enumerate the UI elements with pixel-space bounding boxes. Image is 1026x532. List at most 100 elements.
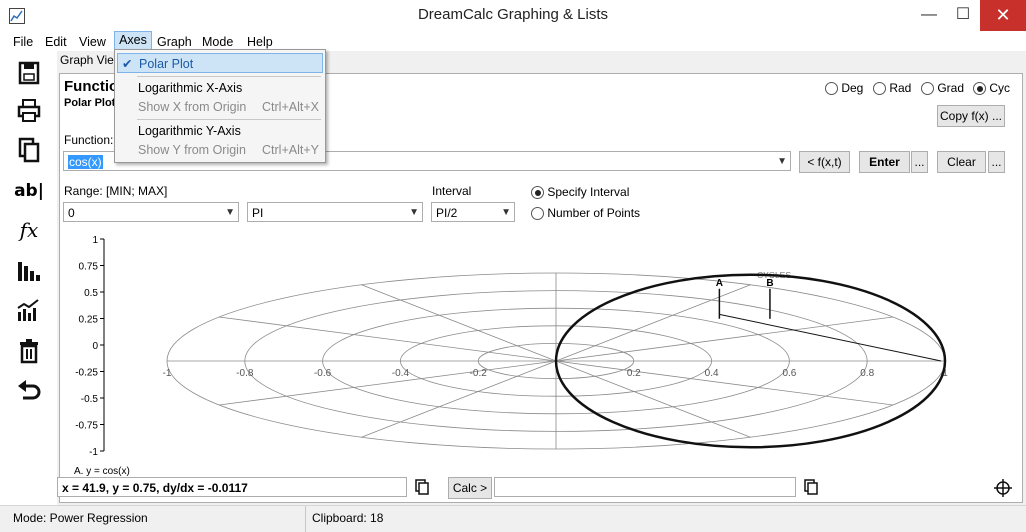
x-tick-label: 0.4 xyxy=(705,368,719,379)
angle-mode-rad-label: Rad xyxy=(889,81,912,95)
interval-select[interactable]: PI/2 ▼ xyxy=(431,202,515,222)
copy-icon[interactable] xyxy=(14,135,44,165)
range-max-value: PI xyxy=(252,206,264,220)
function-icon[interactable]: fx xyxy=(14,218,44,248)
status-bar: Mode: Power Regression Clipboard: 18 xyxy=(0,505,1026,532)
radio-specify-interval[interactable]: Specify Interval xyxy=(531,185,630,200)
maximize-button[interactable]: ☐ xyxy=(946,0,980,31)
menu-item-polar-plot-label: Polar Plot xyxy=(139,57,194,71)
angle-mode-grad-label: Grad xyxy=(937,81,965,95)
chevron-down-icon: ▼ xyxy=(225,207,235,218)
angle-mode-deg-label: Deg xyxy=(841,81,864,95)
angle-mode-cyc[interactable]: Cyc xyxy=(973,81,1011,96)
x-tick-label: -1 xyxy=(163,368,172,379)
minimize-button[interactable]: — xyxy=(912,0,946,31)
menu-item-polar-plot[interactable]: ✔ Polar Plot xyxy=(117,53,323,73)
save-icon[interactable] xyxy=(14,58,44,88)
marker-label: A xyxy=(716,278,723,289)
angle-mode-grad[interactable]: Grad xyxy=(921,81,965,96)
angle-mode-rad[interactable]: Rad xyxy=(873,81,912,96)
legend-entry: A. y = cos(x) xyxy=(74,466,130,477)
menu-file[interactable]: File xyxy=(11,34,35,51)
text-edit-icon[interactable]: ab| xyxy=(14,181,44,211)
title-bar: DreamCalc Graphing & Lists — ☐ ✕ xyxy=(0,0,1026,32)
menu-axes[interactable]: Axes xyxy=(114,31,152,51)
crosshair-icon[interactable] xyxy=(994,479,1012,497)
y-tick-label: 1 xyxy=(92,235,98,246)
clear-button[interactable]: Clear xyxy=(937,151,986,173)
close-button[interactable]: ✕ xyxy=(980,0,1026,31)
range-label: Range: [MIN; MAX] xyxy=(64,184,168,198)
menu-item-show-x-shortcut: Ctrl+Alt+X xyxy=(262,100,319,114)
copy-readout-icon[interactable] xyxy=(414,479,430,495)
polar-chart[interactable]: 1 0.75 0.5 0.25 0 -0.25 -0.5 -0.75 -1 -1 -0.8 -0.6 -… xyxy=(60,229,1020,499)
angle-mode-cyc-label: Cyc xyxy=(989,81,1011,95)
menu-item-log-y[interactable]: Logarithmic Y-Axis xyxy=(117,121,323,141)
range-min-select[interactable]: 0 ▼ xyxy=(63,202,239,222)
enter-button[interactable]: Enter xyxy=(859,151,910,173)
menu-separator xyxy=(137,119,321,120)
x-tick-label: 0.2 xyxy=(627,368,641,379)
x-tick-label: -0.6 xyxy=(314,368,332,379)
undo-icon[interactable] xyxy=(14,376,44,406)
panel-subheading: Polar Plot xyxy=(64,97,116,109)
x-tick-label: -0.8 xyxy=(236,368,254,379)
menu-item-show-x-label: Show X from Origin xyxy=(138,100,247,114)
interval-label: Interval xyxy=(432,184,472,198)
print-icon[interactable] xyxy=(14,96,44,126)
x-tick-label: 0.6 xyxy=(782,368,796,379)
menu-bar: File Edit View Graph Mode Help xyxy=(0,31,1026,51)
status-divider xyxy=(305,506,306,532)
y-tick-label: 0.25 xyxy=(79,315,99,326)
chevron-down-icon: ▼ xyxy=(501,207,511,218)
function-label: Function: xyxy=(64,133,114,147)
status-clipboard: Clipboard: 18 xyxy=(312,511,384,525)
x-tick-label: 0.8 xyxy=(860,368,874,379)
axes-dropdown-menu: ✔ Polar Plot Logarithmic X-Axis Show X f… xyxy=(114,49,326,163)
left-toolbar: ab| fx xyxy=(0,51,58,505)
chevron-down-icon[interactable]: ▼ xyxy=(777,152,787,172)
series-chord xyxy=(719,313,942,362)
trash-icon[interactable] xyxy=(14,336,44,366)
radio-specify-label: Specify Interval xyxy=(547,185,630,199)
bar-chart-icon[interactable] xyxy=(14,256,44,286)
y-tick-label: -0.5 xyxy=(81,394,99,405)
y-tick-label: 0.5 xyxy=(84,288,98,299)
y-tick-label: 0 xyxy=(92,341,98,352)
radio-points-label: Number of Points xyxy=(547,206,641,220)
menu-separator xyxy=(137,76,321,77)
radio-number-of-points[interactable]: Number of Points xyxy=(531,206,641,221)
menu-item-show-y-shortcut: Ctrl+Alt+Y xyxy=(262,143,319,157)
range-min-value: 0 xyxy=(68,206,75,220)
copy-fx-button[interactable]: Copy f(x) ... xyxy=(937,105,1005,127)
status-mode: Mode: Power Regression xyxy=(13,511,148,525)
trend-chart-icon[interactable] xyxy=(14,296,44,326)
range-max-select[interactable]: PI ▼ xyxy=(247,202,423,222)
copy-calc-icon[interactable] xyxy=(803,479,819,495)
y-tick-label: -1 xyxy=(89,447,98,458)
coordinate-readout: x = 41.9, y = 0.75, dy/dx = -0.0117 xyxy=(57,477,407,497)
calc-button[interactable]: Calc > xyxy=(448,477,492,499)
menu-item-log-x-label: Logarithmic X-Axis xyxy=(138,81,243,95)
y-tick-label: -0.25 xyxy=(75,368,98,379)
angle-mode-deg[interactable]: Deg xyxy=(825,81,864,96)
interval-value: PI/2 xyxy=(436,206,458,220)
menu-item-show-y-label: Show Y from Origin xyxy=(138,143,246,157)
enter-more-button[interactable]: ... xyxy=(911,151,928,173)
function-value: cos(x) xyxy=(68,155,103,169)
menu-item-log-x[interactable]: Logarithmic X-Axis xyxy=(117,78,323,98)
menu-view[interactable]: View xyxy=(77,34,108,51)
menu-edit[interactable]: Edit xyxy=(43,34,69,51)
window-title: DreamCalc Graphing & Lists xyxy=(417,6,609,23)
y-tick-label: 0.75 xyxy=(79,262,99,273)
check-icon: ✔ xyxy=(122,57,133,71)
x-tick-label: -0.2 xyxy=(470,368,488,379)
menu-item-log-y-label: Logarithmic Y-Axis xyxy=(138,124,241,138)
chevron-down-icon: ▼ xyxy=(409,207,419,218)
calc-input[interactable] xyxy=(494,477,796,497)
clear-more-button[interactable]: ... xyxy=(988,151,1005,173)
x-tick-label: -0.4 xyxy=(392,368,410,379)
fxt-button[interactable]: < f(x,t) xyxy=(799,151,850,173)
menu-item-show-x-origin: Show X from Origin Ctrl+Alt+X xyxy=(117,97,323,117)
menu-item-show-y-origin: Show Y from Origin Ctrl+Alt+Y xyxy=(117,140,323,160)
